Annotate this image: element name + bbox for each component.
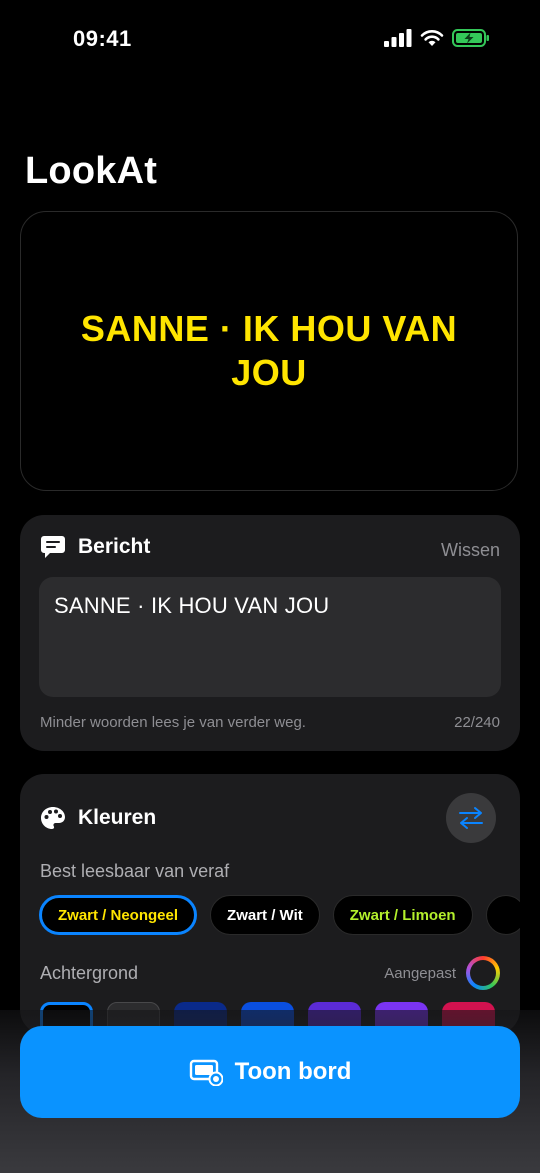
sign-preview[interactable]: SANNE · IK HOU VAN JOU xyxy=(20,211,518,491)
battery-charging-icon xyxy=(452,29,489,47)
colors-card: Kleuren Best leesbaar van veraf Zwart / … xyxy=(20,774,520,1034)
message-hint: Minder woorden lees je van verder weg. xyxy=(40,714,306,731)
swap-arrows-icon xyxy=(459,807,483,829)
message-bubble-icon xyxy=(41,536,65,558)
palette-icon xyxy=(41,807,65,829)
display-board-icon xyxy=(189,1059,223,1086)
preset-chip-label: Zwart / Wit xyxy=(227,906,303,924)
message-card-header: Bericht xyxy=(40,535,150,559)
swap-colors-button[interactable] xyxy=(446,793,496,843)
preset-chip-label: Zwart / Limoen xyxy=(349,906,456,924)
background-label: Achtergrond xyxy=(40,963,139,983)
presets-label: Best leesbaar van veraf xyxy=(40,861,230,881)
preset-chip-label: Zwart / Neongeel xyxy=(58,906,179,924)
preset-chip[interactable] xyxy=(485,895,520,935)
cellular-signal-icon xyxy=(384,29,412,47)
colors-card-header: Kleuren xyxy=(40,806,156,830)
preview-text: SANNE · IK HOU VAN JOU xyxy=(80,308,458,393)
app-title: LookAt xyxy=(25,150,158,192)
show-board-button[interactable]: Toon bord xyxy=(20,1026,520,1118)
colors-card-title: Kleuren xyxy=(78,806,157,829)
preset-chip[interactable]: Zwart / Wit xyxy=(210,895,320,935)
custom-color-label: Aangepast xyxy=(384,965,456,982)
preset-list: Zwart / Neongeel Zwart / Wit Zwart / Lim… xyxy=(39,895,520,937)
message-input[interactable]: SANNE · IK HOU VAN JOU xyxy=(39,577,501,697)
preset-chip[interactable]: Zwart / Neongeel xyxy=(39,895,198,935)
message-card: Bericht Wissen SANNE · IK HOU VAN JOU Mi… xyxy=(20,515,520,751)
show-board-label: Toon bord xyxy=(234,1058,352,1085)
status-icons xyxy=(384,29,490,47)
message-card-title: Bericht xyxy=(78,535,151,558)
status-bar: 09:41 xyxy=(0,0,540,80)
wifi-icon xyxy=(420,30,444,46)
clear-button[interactable]: Wissen xyxy=(441,540,500,561)
preset-chip[interactable]: Zwart / Limoen xyxy=(332,895,473,935)
status-time: 09:41 xyxy=(73,26,132,51)
color-wheel-button[interactable] xyxy=(466,956,500,990)
character-counter: 22/240 xyxy=(454,714,500,731)
